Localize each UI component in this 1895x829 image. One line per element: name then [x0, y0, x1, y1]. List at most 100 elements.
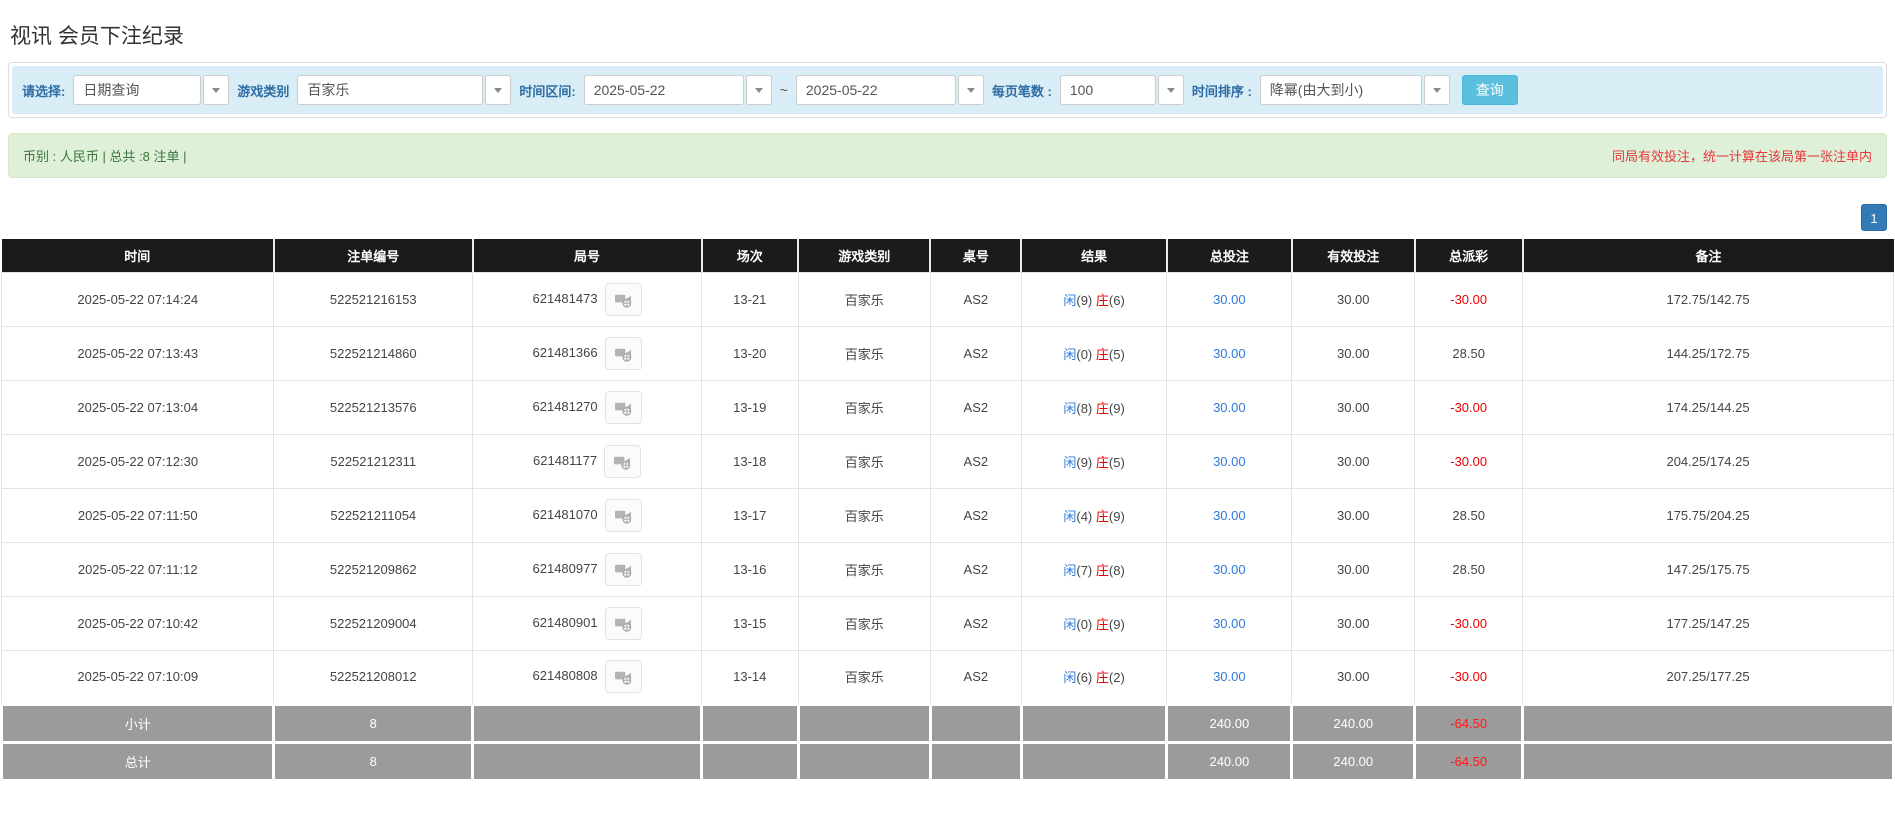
date-from-value[interactable]: 2025-05-22 — [583, 75, 744, 105]
total-bet-link[interactable]: 30.00 — [1213, 616, 1246, 631]
round-id: 621481366 — [532, 344, 598, 360]
summary-bar: 币别 : 人民币 | 总共 :8 注单 | 同局有效投注，统一计算在该局第一张注… — [8, 133, 1887, 178]
page-size-value[interactable]: 100 — [1059, 75, 1156, 105]
bet-id-cell: 522521211054 — [273, 487, 474, 543]
summary-row: 小计 8 240.00 240.00 -64.50 — [0, 702, 1895, 744]
player-score: (6) — [1076, 670, 1093, 685]
bet-id-cell: 522521213576 — [273, 379, 474, 435]
game-type-cell: 百家乐 — [797, 379, 931, 435]
player-result: 闲 — [1063, 292, 1077, 308]
table-row: 2025-05-22 07:10:42 522521209004 621480901… — [0, 595, 1894, 651]
player-score: (9) — [1076, 454, 1093, 470]
game-type-cell: 百家乐 — [797, 433, 931, 489]
remark-cell: 177.25/147.25 — [1522, 595, 1894, 651]
time-cell: 2025-05-22 07:13:43 — [0, 325, 275, 381]
time-sort-dropdown-button[interactable] — [1423, 75, 1450, 105]
date-to-picker: 2025-05-22 — [795, 75, 984, 105]
summary-remark-cell — [1521, 702, 1895, 744]
table-no-cell: AS2 — [929, 325, 1022, 381]
pagination: 1 — [8, 204, 1887, 231]
player-result: 闲 — [1063, 670, 1077, 685]
total-bet-link[interactable]: 30.00 — [1213, 346, 1246, 361]
table-no-cell: AS2 — [929, 649, 1022, 705]
payout-cell: 28.50 — [1414, 541, 1524, 597]
valid-bet-cell: 30.00 — [1291, 325, 1416, 381]
video-replay-icon — [614, 618, 631, 632]
video-replay-icon — [614, 564, 631, 578]
summary-empty-cell-game — [796, 702, 932, 744]
total-bet-cell: 30.00 — [1166, 271, 1293, 327]
total-bet-link[interactable]: 30.00 — [1213, 508, 1246, 523]
total-bet-link[interactable]: 30.00 — [1213, 562, 1246, 577]
summary-remark-cell — [1521, 740, 1895, 782]
banker-result: 庄 — [1095, 508, 1109, 524]
summary-valid-bet-cell: 240.00 — [1290, 740, 1417, 782]
summary-total-bet-cell: 240.00 — [1165, 740, 1294, 782]
query-type-dropdown-button[interactable] — [203, 75, 230, 105]
round-id-cell: 621481270 — [472, 379, 703, 435]
video-replay-button[interactable] — [604, 282, 642, 316]
total-bet-link[interactable]: 30.00 — [1213, 292, 1246, 307]
game-type-value[interactable]: 百家乐 — [297, 75, 484, 105]
summary-row: 总计 8 240.00 240.00 -64.50 — [0, 740, 1895, 782]
total-bet-link[interactable]: 30.00 — [1213, 454, 1246, 469]
valid-bet-cell: 30.00 — [1291, 433, 1416, 489]
query-type-value[interactable]: 日期查询 — [73, 75, 202, 105]
date-to-dropdown-button[interactable] — [957, 75, 984, 105]
game-type-cell: 百家乐 — [797, 595, 931, 651]
page-number-button[interactable]: 1 — [1861, 204, 1887, 231]
page-title: 视讯 会员下注纪录 — [10, 25, 184, 48]
banker-score: (9) — [1108, 400, 1125, 416]
time-sort-value[interactable]: 降幂(由大到小) — [1259, 75, 1422, 105]
page-size-dropdown-button[interactable] — [1157, 75, 1184, 105]
table-no-cell: AS2 — [929, 595, 1022, 651]
video-replay-button[interactable] — [604, 498, 642, 532]
valid-bet-cell: 30.00 — [1291, 541, 1416, 597]
video-replay-button[interactable] — [604, 444, 642, 478]
player-result: 闲 — [1063, 454, 1077, 470]
result-cell: 闲(7) 庄(8) — [1020, 541, 1168, 597]
video-replay-button[interactable] — [604, 552, 642, 586]
player-score: (8) — [1076, 400, 1093, 416]
summary-payout-cell: -64.50 — [1413, 740, 1525, 782]
video-replay-button[interactable] — [604, 336, 642, 370]
total-bet-link[interactable]: 30.00 — [1213, 669, 1246, 684]
banker-score: (6) — [1108, 292, 1125, 308]
valid-bet-note: 同局有效投注，统一计算在该局第一张注单内 — [1611, 149, 1872, 164]
search-button[interactable]: 查询 — [1461, 75, 1518, 105]
video-replay-button[interactable] — [604, 390, 642, 424]
session-cell: 13-16 — [701, 541, 799, 597]
result-cell: 闲(0) 庄(5) — [1020, 325, 1168, 381]
remark-cell: 144.25/172.75 — [1522, 325, 1894, 381]
caret-down-icon — [1432, 87, 1441, 93]
payout-cell: -30.00 — [1414, 595, 1524, 651]
date-from-dropdown-button[interactable] — [745, 75, 772, 105]
player-result: 闲 — [1063, 616, 1077, 632]
player-score: (0) — [1076, 616, 1093, 632]
summary-empty-cell-table — [928, 740, 1023, 782]
video-replay-button[interactable] — [604, 606, 642, 640]
game-type-dropdown-button[interactable] — [485, 75, 512, 105]
result-cell: 闲(9) 庄(5) — [1020, 433, 1168, 489]
remark-cell: 175.75/204.25 — [1522, 487, 1894, 543]
summary-count-cell: 8 — [272, 740, 475, 782]
video-replay-button[interactable] — [604, 660, 642, 693]
session-cell: 13-14 — [701, 649, 799, 705]
video-replay-icon — [614, 456, 631, 470]
summary-empty-cell-round — [471, 702, 704, 744]
banker-score: (2) — [1108, 670, 1125, 685]
banker-result: 庄 — [1095, 670, 1109, 685]
table-row: 2025-05-22 07:11:50 522521211054 621481070… — [0, 487, 1894, 543]
banker-result: 庄 — [1095, 400, 1109, 416]
payout-cell: -30.00 — [1414, 649, 1524, 705]
date-to-value[interactable]: 2025-05-22 — [795, 75, 956, 105]
session-cell: 13-18 — [701, 433, 799, 489]
result-cell: 闲(4) 庄(9) — [1020, 487, 1168, 543]
total-bet-cell: 30.00 — [1166, 541, 1293, 597]
result-cell: 闲(0) 庄(9) — [1020, 595, 1168, 651]
round-id: 621481473 — [532, 290, 598, 306]
total-bet-link[interactable]: 30.00 — [1213, 400, 1246, 415]
page-size-select: 100 — [1059, 75, 1184, 105]
remark-cell: 172.75/142.75 — [1522, 271, 1894, 327]
bet-id-cell: 522521208012 — [273, 649, 474, 705]
